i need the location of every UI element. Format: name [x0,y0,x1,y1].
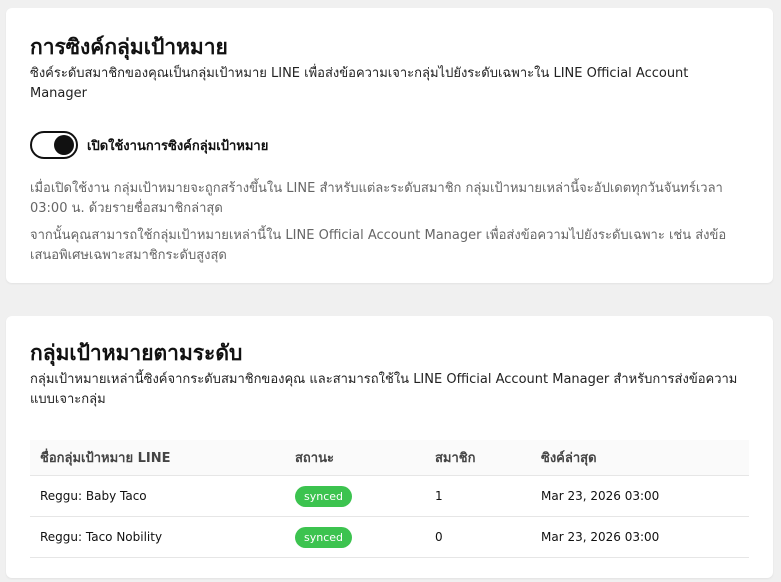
audience-sync-card: การซิงค์กลุ่มเป้าหมาย ซิงค์ระดับสมาชิกขอ… [6,8,773,283]
audience-name: Reggu: Baby Taco [30,475,285,517]
audience-sync-toggle-label: เปิดใช้งานการซิงค์กลุ่มเป้าหมาย [87,138,269,154]
audience-sync-info-schedule: เมื่อเปิดใช้งาน กลุ่มเป้าหมายจะถูกสร้างข… [30,181,723,216]
member-count: 0 [425,516,531,558]
audience-sync-toggle-row: เปิดใช้งานการซิงค์กลุ่มเป้าหมาย [30,131,749,159]
audience-sync-info-usage: จากนั้นคุณสามารถใช้กลุ่มเป้าหมายเหล่านี้… [30,228,727,263]
audience-sync-toggle[interactable] [30,131,78,159]
status-cell: synced [285,475,425,517]
tier-audiences-card: กลุ่มเป้าหมายตามระดับ กลุ่มเป้าหมายเหล่า… [6,316,773,578]
audience-sync-description: ซิงค์ระดับสมาชิกของคุณเป็นกลุ่มเป้าหมาย … [30,66,689,101]
toggle-knob [54,135,74,155]
table-row: Reggu: Taco Nobility synced 0 Mar 23, 20… [30,516,749,558]
table-row: Reggu: Baby Taco synced 1 Mar 23, 2026 0… [30,475,749,517]
tier-audiences-table: ชื่อกลุ่มเป้าหมาย LINE สถานะ สมาชิก ซิงค… [30,440,749,558]
column-header-last-sync: ซิงค์ล่าสุด [531,440,749,476]
tier-audiences-description: กลุ่มเป้าหมายเหล่านี้ซิงค์จากระดับสมาชิก… [30,372,738,407]
table-header-row: ชื่อกลุ่มเป้าหมาย LINE สถานะ สมาชิก ซิงค… [30,440,749,476]
audience-name: Reggu: Taco Nobility [30,516,285,558]
audience-sync-title: การซิงค์กลุ่มเป้าหมาย [30,35,228,59]
status-cell: synced [285,516,425,558]
status-badge: synced [295,526,353,548]
member-count: 1 [425,475,531,517]
status-badge: synced [295,485,353,507]
tier-audiences-title: กลุ่มเป้าหมายตามระดับ [30,341,243,365]
column-header-members: สมาชิก [425,440,531,476]
last-sync-time: Mar 23, 2026 03:00 [531,516,749,558]
last-sync-time: Mar 23, 2026 03:00 [531,475,749,517]
column-header-status: สถานะ [285,440,425,476]
column-header-name: ชื่อกลุ่มเป้าหมาย LINE [30,440,285,476]
